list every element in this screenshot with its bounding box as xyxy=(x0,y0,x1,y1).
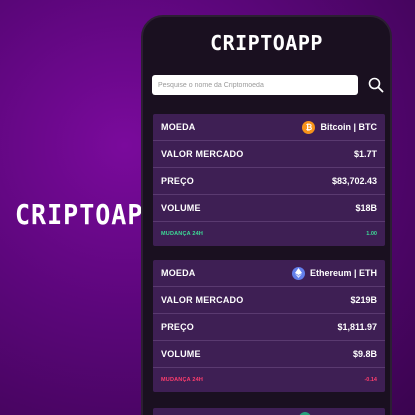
volume-label: VOLUME xyxy=(161,349,201,359)
volume-row: VOLUME $9.8B xyxy=(153,341,385,368)
app-title: CRIPTOAPP xyxy=(210,31,323,55)
coin-name-value: ₿ Bitcoin | BTC xyxy=(302,120,377,134)
magnifier-icon xyxy=(368,77,384,93)
volume-value: $9.8B xyxy=(352,349,377,359)
price-value: $1,811.97 xyxy=(337,322,377,332)
change-row: MUDANÇA 24H 1.00 xyxy=(153,222,385,246)
phone-frame: CRIPTOAPP MOEDA ₿ Bitcoin | BTC VALOR ME… xyxy=(141,15,392,415)
brand-title: CRIPTOAPP xyxy=(15,198,160,231)
price-label: PREÇO xyxy=(161,322,195,332)
volume-row: VOLUME $18B xyxy=(153,195,385,222)
bitcoin-icon: ₿ xyxy=(302,120,316,134)
coin-name-value: Ethereum | ETH xyxy=(291,266,377,280)
market-value-label: VALOR MERCADO xyxy=(161,295,244,305)
market-value-label: VALOR MERCADO xyxy=(161,149,244,159)
price-row: PREÇO $1,811.97 xyxy=(153,314,385,341)
price-row: PREÇO $83,702.43 xyxy=(153,168,385,195)
price-label: PREÇO xyxy=(161,176,195,186)
volume-label: VOLUME xyxy=(161,203,201,213)
coin-row: MOEDA Ethereum | ETH xyxy=(153,260,385,287)
market-value-row: VALOR MERCADO $219B xyxy=(153,287,385,314)
coin-row: MOEDA ₿ Bitcoin | BTC xyxy=(153,114,385,141)
search-input[interactable] xyxy=(152,75,358,95)
change-value: -0.14 xyxy=(364,377,377,383)
search-button[interactable] xyxy=(366,75,386,95)
coin-label: MOEDA xyxy=(161,122,196,132)
coin-name: Ethereum | ETH xyxy=(309,268,377,278)
coin-card-partial[interactable] xyxy=(153,408,385,415)
change-label: MUDANÇA 24H xyxy=(161,377,204,383)
market-value-row: VALOR MERCADO $1.7T xyxy=(153,141,385,168)
coin-name: Bitcoin | BTC xyxy=(320,122,377,132)
coin-card-btc[interactable]: MOEDA ₿ Bitcoin | BTC VALOR MERCADO $1.7… xyxy=(153,114,385,246)
volume-value: $18B xyxy=(355,203,377,213)
change-label: MUDANÇA 24H xyxy=(161,231,204,237)
price-value: $83,702.43 xyxy=(331,176,377,186)
market-value: $1.7T xyxy=(353,149,377,159)
coin-card-eth[interactable]: MOEDA Ethereum | ETH VALOR MERCADO $219B… xyxy=(153,260,385,392)
ethereum-icon xyxy=(291,266,305,280)
coin-label: MOEDA xyxy=(161,268,196,278)
market-value: $219B xyxy=(350,295,377,305)
change-row: MUDANÇA 24H -0.14 xyxy=(153,368,385,392)
change-value: 1.00 xyxy=(366,231,377,237)
